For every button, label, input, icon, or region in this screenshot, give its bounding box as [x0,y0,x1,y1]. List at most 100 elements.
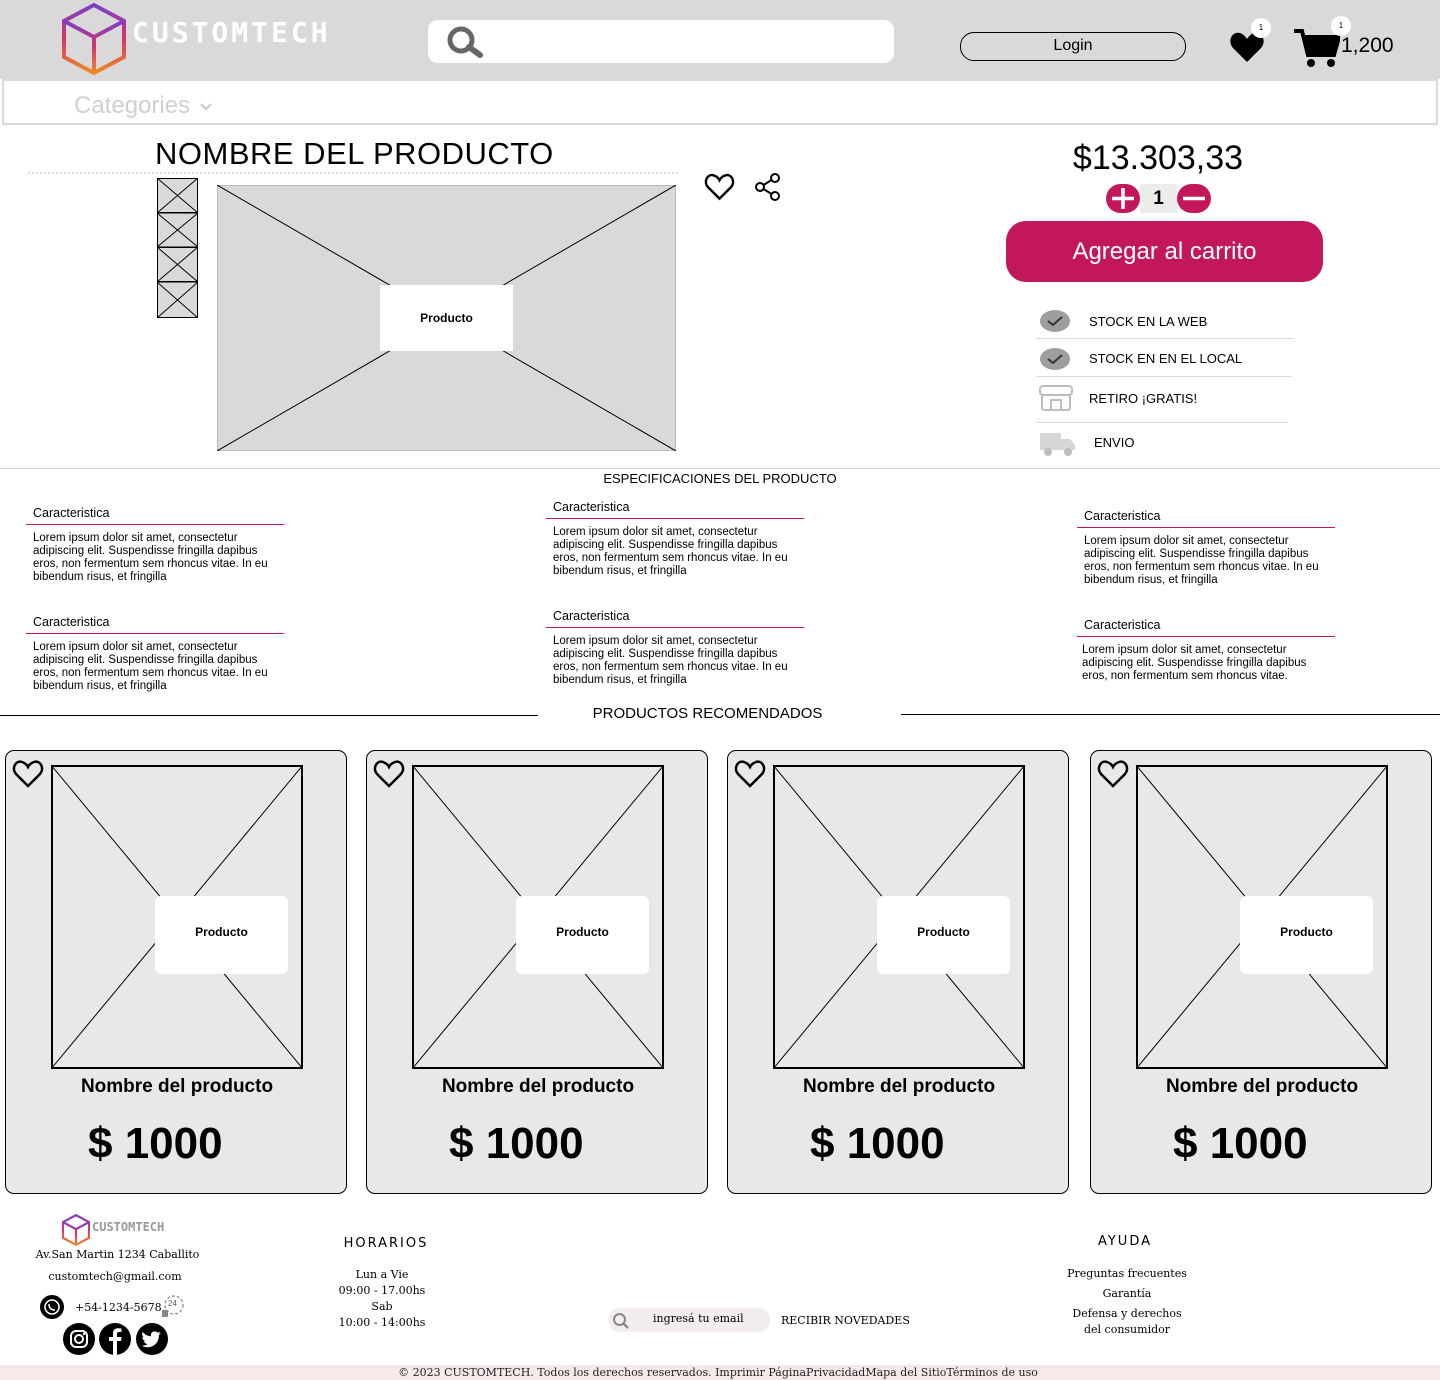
availability-label: STOCK EN LA WEB [1089,314,1208,329]
product-card-name[interactable]: Nombre del producto [1091,1076,1433,1098]
spec-rule [546,627,804,628]
hours-title: HORARIOS [343,1236,429,1251]
hours-line: 09:00 - 17.00hs [338,1284,426,1297]
divider [1036,376,1292,377]
product-card-price: $ 1000 [88,1119,223,1168]
spec-item: Caracteristica Lorem ipsum dolor sit ame… [26,506,286,584]
product-card-name[interactable]: Nombre del producto [367,1076,709,1098]
footer-brand: CUSTOMTECH [92,1220,165,1234]
spec-item: Caracteristica Lorem ipsum dolor sit ame… [546,609,806,687]
recommended-title: PRODUCTOS RECOMENDADOS [592,705,823,722]
login-button[interactable]: Login [960,32,1186,61]
categories-menu[interactable]: Categories [74,92,190,120]
spec-rule [546,518,804,519]
spec-item: Caracteristica Lorem ipsum dolor sit ame… [26,615,286,693]
copyright-bar: © 2023 CUSTOMTECH. Todos los derechos re… [0,1365,1440,1380]
spec-heading: Caracteristica [1084,618,1161,632]
check-icon [1040,310,1070,332]
product-main-image[interactable]: Producto [217,185,676,451]
footer-email[interactable]: customtech@gmail.com [30,1270,200,1283]
newsletter-subscribe-button[interactable]: RECIBIR NOVEDADES [781,1314,910,1327]
wishlist-count-badge: 1 [1251,18,1271,38]
product-card-name[interactable]: Nombre del producto [728,1076,1070,1098]
minus-icon [1183,196,1205,201]
product-card-price: $ 1000 [1173,1119,1308,1168]
spec-item: Caracteristica Lorem ipsum dolor sit ame… [1077,509,1337,587]
cart-icon[interactable] [1294,28,1340,68]
footer-phone[interactable]: +54-1234-5678 [75,1301,162,1314]
spec-body: Lorem ipsum dolor sit amet, consectetur … [553,635,788,686]
spec-rule [1077,636,1335,637]
search-bar[interactable] [428,20,894,63]
section-divider [0,715,538,716]
product-price: $13.303,33 [1072,139,1244,177]
product-card-image[interactable]: Producto [773,765,1025,1069]
check-icon [1040,348,1070,370]
search-icon[interactable] [444,26,484,58]
favorite-heart-icon[interactable] [734,759,766,789]
quantity-value[interactable]: 1 [1140,184,1177,213]
cube-logo-icon[interactable] [62,1214,90,1246]
categories-bar: Categories [2,79,1438,125]
spec-heading: Caracteristica [1084,509,1161,523]
product-card[interactable]: Producto Nombre del producto $ 1000 [5,750,347,1194]
spec-body: Lorem ipsum dolor sit amet, consectetur … [1084,535,1319,586]
cart-count-badge: 1 [1331,16,1351,36]
product-card[interactable]: Producto Nombre del producto $ 1000 [727,750,1069,1194]
title-divider [28,172,678,174]
footer-address: Av.San Martin 1234 Caballito [35,1248,200,1261]
hours-line: Lun a Vie [355,1268,409,1281]
product-card[interactable]: Producto Nombre del producto $ 1000 [366,750,708,1194]
section-divider [0,468,1440,469]
product-title: NOMBRE DEL PRODUCTO [155,136,554,171]
brand-name: CUSTOMTECH [132,16,331,49]
favorite-heart-icon[interactable] [12,759,44,789]
support-badge-text: 24 [168,1299,177,1308]
favorite-heart-icon[interactable] [373,759,405,789]
cart-total: 1,200 [1341,34,1394,57]
copyright-text: © 2023 CUSTOMTECH. Todos los derechos re… [398,1366,1038,1379]
spec-body: Lorem ipsum dolor sit amet, consectetur … [33,641,268,692]
cube-logo-icon[interactable] [62,3,126,75]
product-card[interactable]: Producto Nombre del producto $ 1000 [1090,750,1432,1194]
quantity-stepper[interactable]: 1 [1106,184,1211,213]
store-icon [1039,385,1073,411]
favorite-heart-icon[interactable] [704,172,735,202]
instagram-icon[interactable] [63,1323,95,1355]
spec-body: Lorem ipsum dolor sit amet, consectetur … [33,532,268,583]
product-card-image-label: Producto [877,896,1010,974]
favorite-heart-icon[interactable] [1097,759,1129,789]
availability-label: RETIRO ¡GRATIS! [1089,391,1198,406]
facebook-icon[interactable] [99,1323,131,1355]
help-link-warranty[interactable]: Garantía [1047,1287,1207,1300]
share-icon[interactable] [754,172,782,202]
divider [1036,422,1288,423]
product-thumbnails[interactable] [157,178,198,318]
spec-item: Caracteristica Lorem ipsum dolor sit ame… [1077,618,1337,683]
decrease-quantity-button[interactable] [1177,184,1211,213]
availability-label: STOCK EN EN EL LOCAL [1089,351,1243,366]
spec-body: Lorem ipsum dolor sit amet, consectetur … [553,526,788,577]
header: CUSTOMTECH Login 1 1 1,200 [0,0,1440,79]
newsletter-email-input[interactable]: ingresá tu email [608,1308,770,1332]
spec-heading: Caracteristica [33,615,110,629]
whatsapp-icon[interactable] [40,1295,64,1319]
twitter-icon[interactable] [136,1323,168,1355]
product-card-image[interactable]: Producto [51,765,303,1069]
add-to-cart-button[interactable]: Agregar al carrito [1006,221,1323,282]
spec-rule [1077,527,1335,528]
increase-quantity-button[interactable] [1106,184,1140,213]
search-icon [613,1313,629,1329]
spec-heading: Caracteristica [33,506,110,520]
chevron-down-icon[interactable] [200,103,212,111]
product-card-image[interactable]: Producto [1136,765,1388,1069]
help-link-consumer-rights-cont[interactable]: del consumidor [1047,1323,1207,1336]
help-link-consumer-rights[interactable]: Defensa y derechos [1047,1307,1207,1320]
product-card-name[interactable]: Nombre del producto [6,1076,348,1098]
plus-icon [1112,188,1134,209]
help-link-faq[interactable]: Preguntas frecuentes [1047,1267,1207,1280]
product-card-image-label: Producto [516,896,649,974]
product-image-label: Producto [380,285,513,351]
hours-line: 10:00 - 14:00hs [338,1316,426,1329]
product-card-image[interactable]: Producto [412,765,664,1069]
